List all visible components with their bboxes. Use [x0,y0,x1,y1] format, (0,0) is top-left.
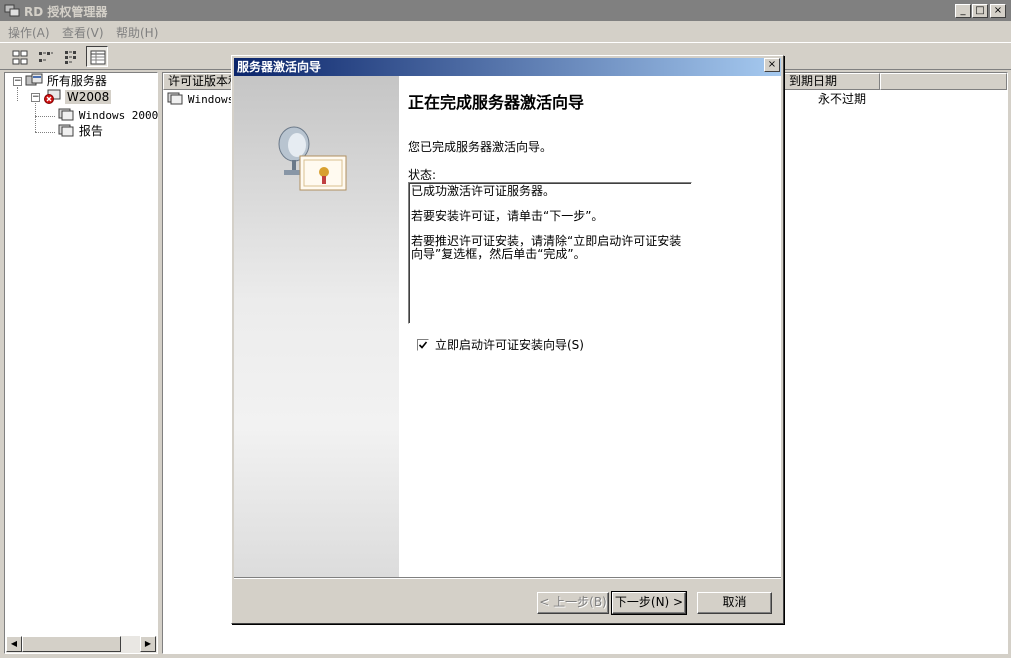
license-pack-icon [167,92,183,105]
scroll-left-button[interactable]: ◀ [6,636,22,652]
license-manager-icon [4,4,20,17]
small-icons-icon [39,52,53,62]
maximize-button[interactable]: □ [972,4,988,18]
status-textbox[interactable]: 已成功激活许可证服务器。 若要安装许可证，请单击“下一步”。 若要推迟许可证安装… [408,182,692,324]
window-title: RD 授权管理器 [24,5,108,19]
scroll-thumb[interactable] [22,636,121,652]
wizard-completed-text: 您已完成服务器激活向导。 [408,140,553,154]
start-license-wizard-option[interactable]: 立即启动许可证安装向导(S) [417,336,584,353]
details-icon [90,50,106,65]
large-icons-icon [12,50,28,65]
minimize-button[interactable]: _ [955,4,971,18]
menu-bar: 操作(A) 查看(V) 帮助(H) [0,21,1011,41]
column-header-expiry[interactable]: 到期日期 [784,73,880,90]
tree-item-all-servers[interactable]: 所有服务器 [25,73,107,89]
dialog-close-button[interactable]: × [764,58,780,72]
scroll-right-button[interactable]: ▶ [140,636,156,652]
reports-icon [58,124,74,137]
window-titlebar: RD 授权管理器 _ □ × [0,0,1011,21]
tree-label-windows: Windows 2000 [78,109,159,122]
dialog-title: 服务器激活向导 [237,60,322,74]
dialog-titlebar: 服务器激活向导 [234,58,781,76]
column-header-empty[interactable] [880,73,1007,90]
small-icons-view-button[interactable] [34,46,56,67]
tree-label-server: W2008 [64,90,112,104]
button-separator [234,577,781,579]
menu-view[interactable]: 查看(V) [62,24,104,41]
wizard-content: 正在完成服务器激活向导 您已完成服务器激活向导。 状态: 已成功激活许可证服务器… [399,76,781,577]
menu-help[interactable]: 帮助(H) [116,24,158,41]
checkmark-icon [418,341,428,349]
collapse-server-toggle[interactable]: − [31,93,40,102]
close-button[interactable]: × [990,4,1006,18]
license-pack-icon [58,108,74,121]
activation-wizard-dialog: 服务器激活向导 × 正在完成服务器激活向导 您已完成服务器激活向导。 状态: 已… [231,55,784,624]
list-row[interactable]: Windows [166,91,234,107]
status-line: 已成功激活许可证服务器。 [411,184,556,198]
list-view-button[interactable] [60,46,82,67]
tree-item-windows[interactable]: Windows 2000 [57,107,158,123]
checkbox-label: 立即启动许可证安装向导(S) [435,338,584,352]
collapse-all-servers-toggle[interactable]: − [13,77,22,86]
tree-label-all-servers: 所有服务器 [46,74,107,88]
status-line: 若要安装许可证，请单击“下一步”。 [411,209,604,223]
list-icon [65,51,76,64]
details-view-button[interactable] [86,46,108,67]
activation-certificate-icon [278,126,347,191]
tree-horizontal-scrollbar[interactable]: ◀ ▶ [6,636,157,653]
list-cell-name: Windows [187,93,235,106]
column-header-license-type[interactable]: 许可证版本和类型 [163,73,235,90]
status-label: 状态: [408,168,437,182]
server-tree: − 所有服务器 − W2008 Windows 2000 报告 ◀ ▶ [4,72,158,654]
tree-item-reports[interactable]: 报告 [57,123,103,139]
cancel-button[interactable]: 取消 [697,592,772,614]
tree-label-reports: 报告 [78,124,103,138]
back-button[interactable]: < 上一步(B) [537,592,609,614]
servers-icon [25,73,43,86]
status-line: 若要推迟许可证安装，请清除“立即启动许可证安装向导”复选框，然后单击“完成”。 [411,234,682,261]
next-button[interactable]: 下一步(N) > [611,591,687,615]
tree-item-server[interactable]: W2008 [43,89,112,105]
wizard-heading: 正在完成服务器激活向导 [408,93,585,112]
menu-action[interactable]: 操作(A) [8,24,50,41]
wizard-banner [234,76,399,577]
server-error-icon [44,89,61,104]
start-license-wizard-checkbox[interactable] [417,339,429,351]
large-icons-view-button[interactable] [8,46,30,67]
list-cell-expiry: 永不过期 [818,92,867,106]
